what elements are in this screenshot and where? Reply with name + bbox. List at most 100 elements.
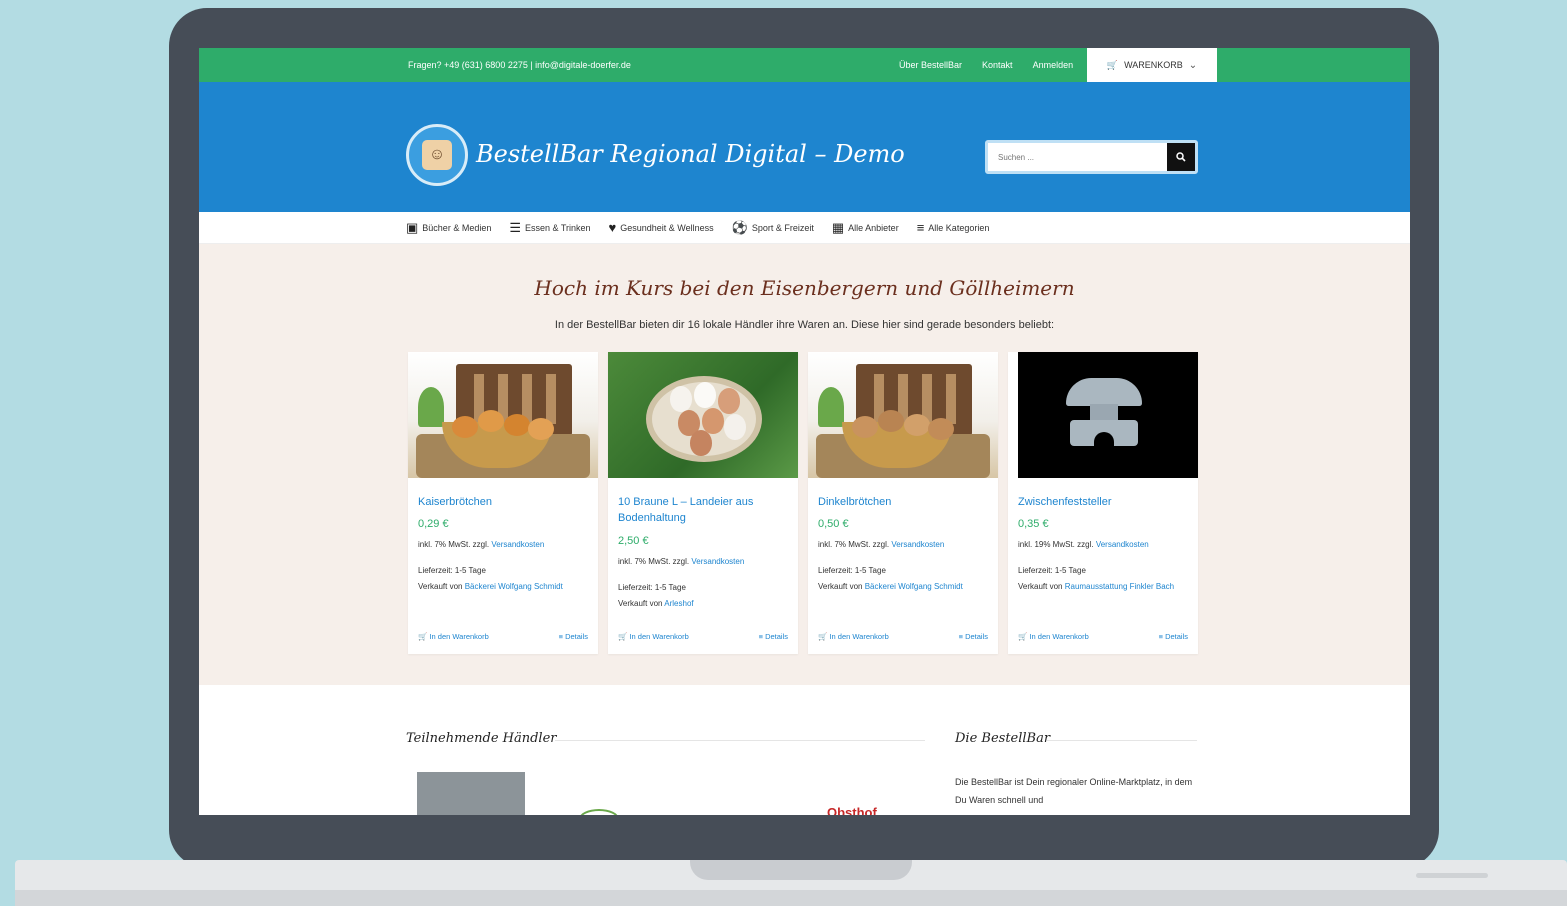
nav-item-all-vendors[interactable]: ▦ Alle Anbieter [832,221,899,234]
link-contact[interactable]: Kontakt [982,60,1013,70]
cart-icon: 🛒 [418,632,428,641]
product-grid: Kaiserbrötchen 0,29 € inkl. 7% MwSt. zzg… [408,352,1198,654]
cart-icon: 🛒 [1018,632,1028,641]
egg-shape [724,414,746,440]
shipping-link[interactable]: Versandkosten [891,540,944,549]
link-login[interactable]: Anmelden [1033,60,1074,70]
holder-shape [1066,378,1142,406]
add-to-cart-button[interactable]: 🛒 In den Warenkorb [618,632,689,641]
list-icon: ≡ [958,632,963,641]
nav-item-all-categories[interactable]: ≡ Alle Kategorien [917,221,990,234]
nav-label: Alle Anbieter [848,222,899,233]
roll-shape [928,418,954,440]
seller-prefix: Verkauft von [1018,582,1063,591]
merchants-title: Teilnehmende Händler [406,731,557,746]
details-button[interactable]: ≡ Details [959,632,988,641]
details-label: Details [965,632,988,641]
chevron-down-icon: ⌄ [1188,59,1198,71]
holder-shape [1094,432,1114,446]
tax-note: inkl. 19% MwSt. zzgl. Versandkosten [1018,540,1149,549]
search-button[interactable] [1167,143,1195,171]
product-image-eggs[interactable] [608,352,798,478]
product-name[interactable]: Kaiserbrötchen [418,494,588,510]
list-icon: ≡ [758,632,763,641]
nav-item-sport-leisure[interactable]: ⚽ Sport & Freizeit [732,221,814,234]
featured-subtitle: In der BestellBar bieten dir 16 lokale H… [554,319,1055,331]
tax-prefix: inkl. 7% MwSt. zzgl. [818,540,890,549]
egg-shape [718,388,740,414]
laptop-base-edge [15,890,1567,906]
add-to-cart-button[interactable]: 🛒 In den Warenkorb [1018,632,1089,641]
plant-shape [418,387,444,427]
bottom-section: Teilnehmende Händler Die BestellBar Obst… [199,685,1410,815]
product-name[interactable]: Zwischenfeststeller [1018,494,1188,510]
roll-shape [528,418,554,440]
cart-button[interactable]: 🛒 WARENKORB ⌄ [1087,48,1217,82]
search-input[interactable] [988,143,1167,171]
product-card: 10 Braune L – Landeier aus Bodenhaltung … [608,352,798,654]
nav-item-books-media[interactable]: ▣ Bücher & Medien [406,221,491,234]
nav-label: Alle Kategorien [928,222,990,233]
add-to-cart-label: In den Warenkorb [629,632,689,641]
nav-item-food-drink[interactable]: ☰ Essen & Trinken [509,221,590,234]
divider [1047,740,1197,741]
add-to-cart-label: In den Warenkorb [829,632,889,641]
details-button[interactable]: ≡ Details [1159,632,1188,641]
details-label: Details [1165,632,1188,641]
seller-prefix: Verkauft von [818,582,863,591]
seller-link[interactable]: Arleshof [664,599,693,608]
egg-shape [694,382,716,408]
tax-prefix: inkl. 19% MwSt. zzgl. [1018,540,1094,549]
nav-item-health-wellness[interactable]: ♥ Gesundheit & Wellness [609,221,714,234]
browser-screen: Fragen? +49 (631) 6800 2275 | info@digit… [199,48,1410,815]
product-name[interactable]: Dinkelbrötchen [818,494,988,510]
about-title: Die BestellBar [955,731,1051,746]
seller-link[interactable]: Bäckerei Wolfgang Schmidt [865,582,963,591]
merchant-logo[interactable] [579,809,619,815]
add-to-cart-label: In den Warenkorb [429,632,489,641]
image-margin [1008,352,1018,478]
card-actions: 🛒 In den Warenkorb ≡ Details [418,632,588,641]
roll-shape [852,416,878,438]
shipping-link[interactable]: Versandkosten [491,540,544,549]
shipping-link[interactable]: Versandkosten [691,557,744,566]
product-image-door-stopper[interactable] [1008,352,1198,478]
laptop-notch [690,860,912,880]
link-about[interactable]: Über BestellBar [899,60,962,70]
product-price: 2,50 € [618,535,649,547]
details-button[interactable]: ≡ Details [559,632,588,641]
site-logo[interactable]: ☺ [406,124,468,186]
product-image-spelt-rolls[interactable] [808,352,998,478]
nav-label: Gesundheit & Wellness [620,222,714,233]
product-name[interactable]: 10 Braune L – Landeier aus Bodenhaltung [618,494,788,526]
merchant-logo[interactable] [417,772,525,815]
featured-section: Hoch im Kurs bei den Eisenbergern und Gö… [199,244,1410,685]
seller-link[interactable]: Raumausstattung Finkler Bach [1065,582,1174,591]
soccer-ball-icon: ⚽ [731,220,748,235]
seller-info: Verkauft von Arleshof [618,596,790,612]
product-card: Dinkelbrötchen 0,50 € inkl. 7% MwSt. zzg… [808,352,998,654]
seller-link[interactable]: Bäckerei Wolfgang Schmidt [465,582,563,591]
add-to-cart-button[interactable]: 🛒 In den Warenkorb [818,632,889,641]
product-card: Zwischenfeststeller 0,35 € inkl. 19% MwS… [1008,352,1198,654]
seller-prefix: Verkauft von [418,582,463,591]
product-card: Kaiserbrötchen 0,29 € inkl. 7% MwSt. zzg… [408,352,598,654]
cutlery-icon: ☰ [509,220,521,235]
divider [555,740,925,741]
add-to-cart-button[interactable]: 🛒 In den Warenkorb [418,632,489,641]
roll-shape [504,414,530,436]
product-image-bread-rolls[interactable] [408,352,598,478]
cart-label: WARENKORB [1124,60,1183,70]
details-button[interactable]: ≡ Details [759,632,788,641]
seller-info: Verkauft von Bäckerei Wolfgang Schmidt [418,579,590,595]
merchant-logo-obsthof[interactable]: Obsthof [827,805,877,815]
site-title[interactable]: BestellBar Regional Digital – Demo [476,140,905,168]
crate-slat [946,374,956,424]
seller-info: Verkauft von Bäckerei Wolfgang Schmidt [818,579,990,595]
delivery-time: Lieferzeit: 1-5 Tage [618,583,686,592]
product-price: 0,50 € [818,518,849,530]
list-icon: ≡ [916,220,925,235]
site-header: ☺ BestellBar Regional Digital – Demo [199,82,1410,212]
shipping-link[interactable]: Versandkosten [1096,540,1149,549]
cart-icon: 🛒 [618,632,628,641]
